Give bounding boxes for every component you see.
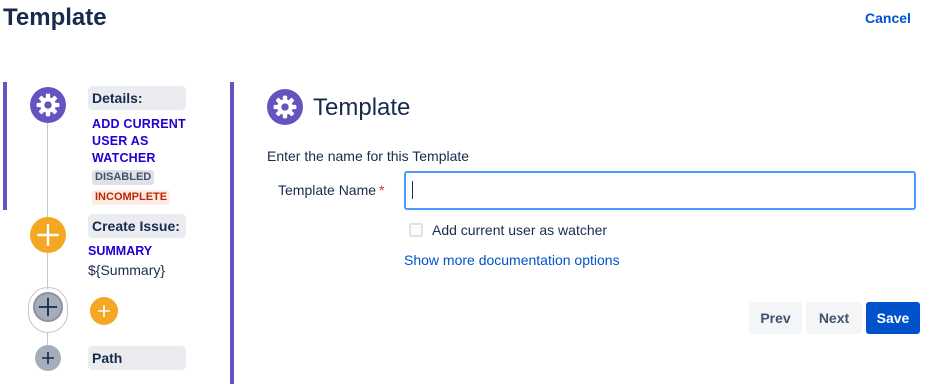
show-documentation-link[interactable]: Show more documentation options <box>404 252 620 268</box>
cancel-button[interactable]: Cancel <box>865 10 911 26</box>
field-summary-value: ${Summary} <box>88 262 166 278</box>
status-badge-incomplete: INCOMPLETE <box>92 190 171 205</box>
field-summary-key[interactable]: SUMMARY <box>88 244 152 258</box>
rail-connector <box>47 123 48 217</box>
plus-icon <box>98 305 110 317</box>
plus-icon <box>37 224 59 246</box>
add-action-button[interactable] <box>90 297 118 325</box>
step-details-action[interactable]: ADD CURRENT USER AS WATCHER <box>92 116 192 167</box>
template-name-label-text: Template Name <box>278 182 377 198</box>
watcher-checkbox[interactable] <box>409 223 423 237</box>
watcher-checkbox-label[interactable]: Add current user as watcher <box>432 222 607 238</box>
step-details-gear-icon[interactable] <box>30 87 66 123</box>
page-title: Template <box>3 4 107 31</box>
status-badge-disabled: DISABLED <box>92 170 155 185</box>
add-step-button[interactable] <box>33 292 63 322</box>
rail-connector <box>47 253 48 289</box>
form-title: Template <box>313 94 411 121</box>
step-create-issue-icon[interactable] <box>30 217 66 253</box>
rail-connector <box>47 333 48 345</box>
gear-icon <box>36 93 60 117</box>
panel-divider <box>230 82 234 384</box>
text-cursor <box>412 181 413 199</box>
form-gear-icon <box>267 89 303 125</box>
form-instructions: Enter the name for this Template <box>267 148 470 164</box>
plus-icon <box>42 352 54 364</box>
step-create-issue-label[interactable]: Create Issue: <box>88 214 186 238</box>
step-path-icon[interactable] <box>35 345 61 371</box>
gear-icon <box>273 95 297 119</box>
next-button[interactable]: Next <box>806 302 862 334</box>
save-button[interactable]: Save <box>866 302 920 334</box>
prev-button[interactable]: Prev <box>749 302 802 334</box>
template-name-label: Template Name * <box>278 182 385 198</box>
required-marker: * <box>379 182 385 198</box>
step-details-label[interactable]: Details: <box>88 86 186 110</box>
template-name-input[interactable] <box>404 171 916 210</box>
selected-step-indicator <box>3 82 7 210</box>
step-path-label[interactable]: Path <box>88 346 186 370</box>
plus-icon <box>38 297 58 317</box>
